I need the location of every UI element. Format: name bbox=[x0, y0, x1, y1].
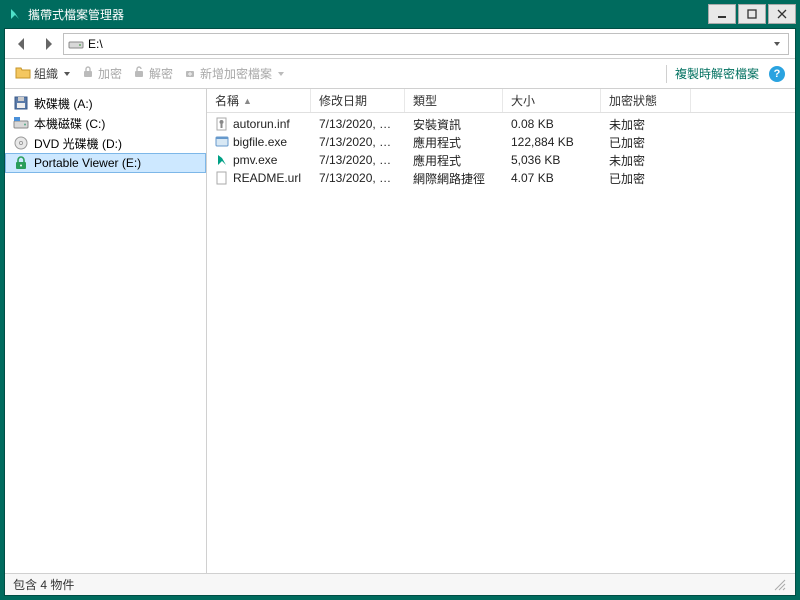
organize-label: 組織 bbox=[34, 65, 58, 82]
inf-file-icon bbox=[215, 117, 229, 131]
decrypt-button[interactable]: 解密 bbox=[128, 62, 177, 86]
col-date[interactable]: 修改日期 bbox=[311, 89, 405, 112]
cell-size: 122,884 KB bbox=[503, 135, 601, 149]
file-row[interactable]: pmv.exe7/13/2020, 1:...應用程式5,036 KB未加密 bbox=[207, 151, 795, 169]
hdd-sys-icon bbox=[13, 115, 29, 131]
encrypt-button[interactable]: 加密 bbox=[77, 62, 126, 86]
drive-sidebar: 軟碟機 (A:) 本機磁碟 (C:) DVD 光碟機 (D:) Portable Vi… bbox=[5, 89, 207, 573]
statusbar: 包含 4 物件 bbox=[5, 573, 795, 595]
file-pane: 名稱▲ 修改日期 類型 大小 加密狀態 autorun.inf7/13/2020… bbox=[207, 89, 795, 573]
cell-type: 安裝資訊 bbox=[405, 116, 503, 133]
organize-button[interactable]: 組織 bbox=[11, 62, 75, 86]
chevron-down-icon bbox=[277, 67, 285, 81]
cell-enc: 已加密 bbox=[601, 170, 691, 187]
url-file-icon bbox=[215, 171, 229, 185]
file-row[interactable]: autorun.inf7/13/2020, 1:...安裝資訊0.08 KB未加… bbox=[207, 115, 795, 133]
drive-label: 軟碟機 (A:) bbox=[34, 95, 93, 112]
path-dropdown-icon[interactable] bbox=[770, 40, 784, 48]
back-button[interactable] bbox=[11, 33, 33, 55]
floppy-icon bbox=[13, 95, 29, 111]
unlock-icon bbox=[132, 65, 146, 82]
chevron-down-icon bbox=[63, 67, 71, 81]
drive-label: Portable Viewer (E:) bbox=[34, 156, 141, 170]
col-name[interactable]: 名稱▲ bbox=[207, 89, 311, 112]
copy-decrypt-link[interactable]: 複製時解密檔案 bbox=[671, 65, 763, 82]
app-icon bbox=[8, 7, 22, 21]
cell-type: 網際網路捷徑 bbox=[405, 170, 503, 187]
cell-name: bigfile.exe bbox=[207, 135, 311, 149]
minimize-button[interactable] bbox=[708, 4, 736, 24]
maximize-button[interactable] bbox=[738, 4, 766, 24]
folder-icon bbox=[15, 65, 31, 82]
drive-label: DVD 光碟機 (D:) bbox=[34, 135, 122, 152]
col-type[interactable]: 類型 bbox=[405, 89, 503, 112]
cell-enc: 未加密 bbox=[601, 152, 691, 169]
cell-date: 7/13/2020, 1:... bbox=[311, 135, 405, 149]
column-headers: 名稱▲ 修改日期 類型 大小 加密狀態 bbox=[207, 89, 795, 113]
drive-item[interactable]: Portable Viewer (E:) bbox=[5, 153, 206, 173]
cell-date: 7/13/2020, 3:... bbox=[311, 171, 405, 185]
status-text: 包含 4 物件 bbox=[13, 576, 74, 593]
drive-item[interactable]: DVD 光碟機 (D:) bbox=[5, 133, 206, 153]
cell-size: 0.08 KB bbox=[503, 117, 601, 131]
col-size[interactable]: 大小 bbox=[503, 89, 601, 112]
cell-name: autorun.inf bbox=[207, 117, 311, 131]
col-enc[interactable]: 加密狀態 bbox=[601, 89, 691, 112]
path-input[interactable]: E:\ bbox=[63, 33, 789, 55]
locked-drive-icon bbox=[13, 155, 29, 171]
cell-enc: 未加密 bbox=[601, 116, 691, 133]
drive-label: 本機磁碟 (C:) bbox=[34, 115, 105, 132]
cell-date: 7/13/2020, 1:... bbox=[311, 117, 405, 131]
close-button[interactable] bbox=[768, 4, 796, 24]
toolbar: 組織 加密 解密 新增加密檔案 複製時解密檔案 ? bbox=[5, 59, 795, 89]
titlebar: 攜帶式檔案管理器 bbox=[0, 0, 800, 28]
drive-item[interactable]: 本機磁碟 (C:) bbox=[5, 113, 206, 133]
forward-button[interactable] bbox=[37, 33, 59, 55]
encrypt-label: 加密 bbox=[98, 65, 122, 82]
decrypt-label: 解密 bbox=[149, 65, 173, 82]
lock-plus-icon bbox=[183, 65, 197, 82]
lock-icon bbox=[81, 65, 95, 82]
drive-icon bbox=[68, 36, 84, 52]
add-container-label: 新增加密檔案 bbox=[200, 65, 272, 82]
nav-bar: E:\ bbox=[5, 29, 795, 59]
cell-name: README.url bbox=[207, 171, 311, 185]
add-container-button[interactable]: 新增加密檔案 bbox=[179, 62, 289, 86]
cell-enc: 已加密 bbox=[601, 134, 691, 151]
help-icon[interactable]: ? bbox=[769, 66, 785, 82]
resize-grip-icon[interactable] bbox=[773, 578, 787, 592]
dvd-icon bbox=[13, 135, 29, 151]
cell-name: pmv.exe bbox=[207, 153, 311, 167]
cell-size: 4.07 KB bbox=[503, 171, 601, 185]
drive-item[interactable]: 軟碟機 (A:) bbox=[5, 93, 206, 113]
kexe-file-icon bbox=[215, 153, 229, 167]
cell-date: 7/13/2020, 1:... bbox=[311, 153, 405, 167]
exe-file-icon bbox=[215, 135, 229, 149]
cell-type: 應用程式 bbox=[405, 152, 503, 169]
cell-size: 5,036 KB bbox=[503, 153, 601, 167]
window-title: 攜帶式檔案管理器 bbox=[28, 6, 706, 23]
sort-asc-icon: ▲ bbox=[243, 96, 252, 106]
path-text: E:\ bbox=[88, 37, 770, 51]
file-rows: autorun.inf7/13/2020, 1:...安裝資訊0.08 KB未加… bbox=[207, 113, 795, 573]
file-row[interactable]: bigfile.exe7/13/2020, 1:...應用程式122,884 K… bbox=[207, 133, 795, 151]
file-row[interactable]: README.url7/13/2020, 3:...網際網路捷徑4.07 KB已… bbox=[207, 169, 795, 187]
cell-type: 應用程式 bbox=[405, 134, 503, 151]
